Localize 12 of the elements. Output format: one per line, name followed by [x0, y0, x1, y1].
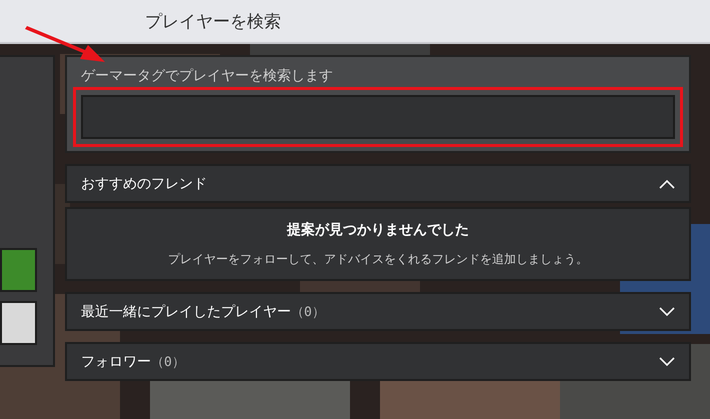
section-header[interactable]: フォロワー（0）: [65, 342, 691, 381]
empty-title: 提案が見つかりませんでした: [287, 220, 469, 238]
chevron-up-icon: [659, 178, 675, 188]
window-title: プレイヤーを検索: [145, 10, 281, 32]
search-field[interactable]: [81, 95, 675, 139]
chevron-down-icon: [659, 306, 675, 316]
section-header[interactable]: 最近一緒にプレイしたプレイヤー（0）: [65, 292, 691, 331]
section-header[interactable]: おすすめのフレンド: [65, 164, 691, 203]
empty-text: プレイヤーをフォローして、アドバイスをくれるフレンドを追加しましょう。: [168, 250, 588, 268]
search-label: ゲーマータグでプレイヤーを検索します: [80, 67, 334, 85]
side-button[interactable]: [0, 301, 37, 345]
chevron-down-icon: [659, 356, 675, 366]
